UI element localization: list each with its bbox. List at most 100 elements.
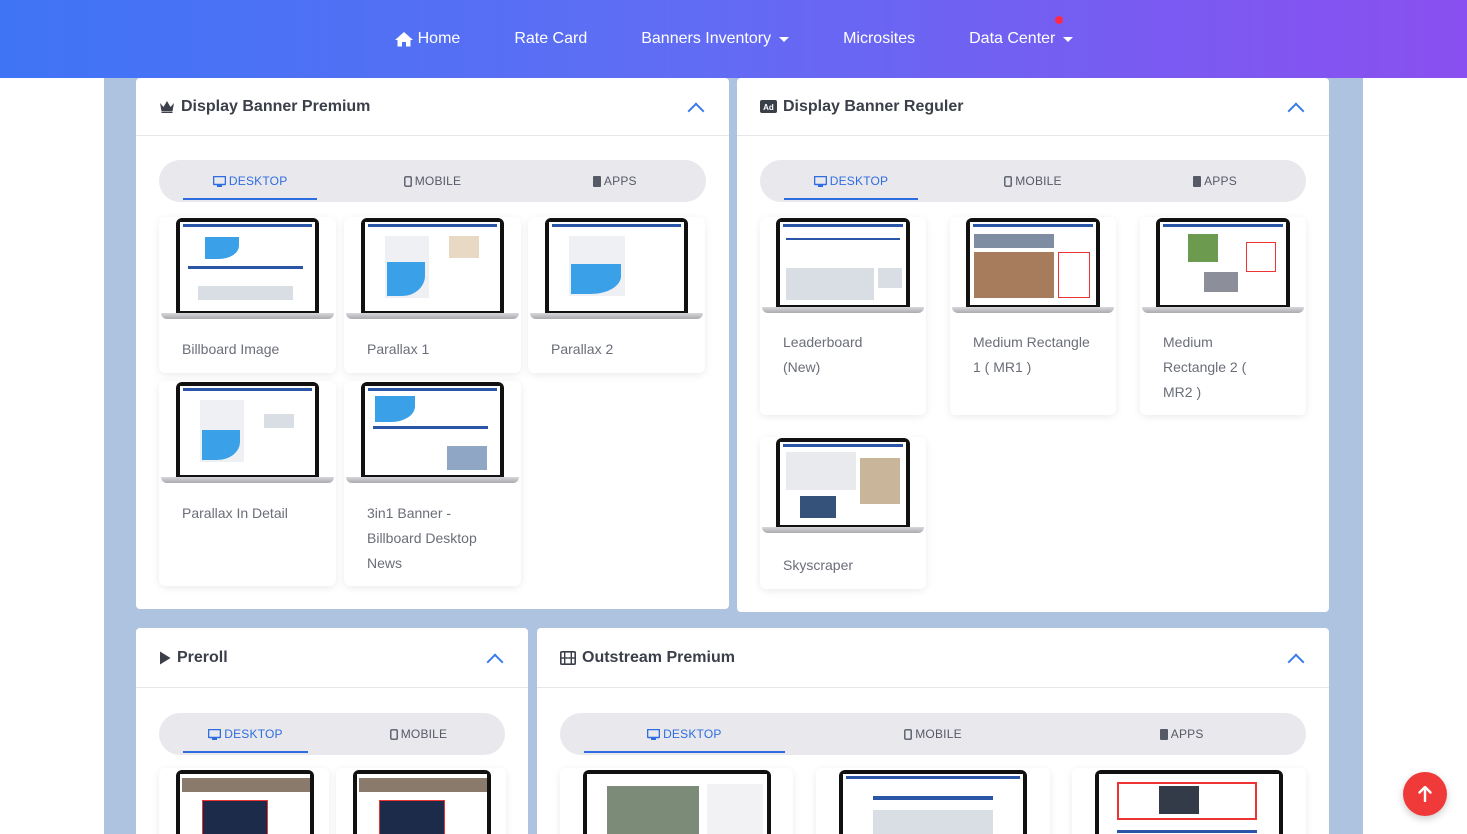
banner-tile[interactable]: 3in1 Banner - Billboard Desktop News bbox=[344, 381, 521, 586]
nav-rate-card[interactable]: Rate Card bbox=[514, 30, 587, 48]
tablet-icon bbox=[592, 175, 601, 187]
card-display-banner-reguler: Ad Display Banner Reguler DESKTOP MOBILE… bbox=[737, 78, 1329, 612]
caret-down-icon bbox=[1063, 36, 1074, 42]
banner-tile[interactable]: Leaderboard (New) bbox=[760, 217, 926, 415]
card-preroll: Preroll DESKTOP MOBILE bbox=[136, 628, 528, 834]
nav-home-label: Home bbox=[417, 30, 461, 47]
banner-tile[interactable] bbox=[560, 768, 793, 834]
chevron-up-icon[interactable] bbox=[486, 653, 504, 670]
tab-label: APPS bbox=[1170, 727, 1204, 741]
device-tabs: DESKTOP MOBILE bbox=[159, 713, 505, 755]
tab-apps[interactable]: APPS bbox=[1057, 713, 1306, 755]
laptop-base bbox=[161, 477, 334, 483]
nav-home[interactable]: Home bbox=[394, 30, 461, 48]
tab-mobile[interactable]: MOBILE bbox=[942, 160, 1124, 202]
card-outstream-premium: Outstream Premium DESKTOP MOBILE APPS bbox=[537, 628, 1329, 834]
banner-tile[interactable]: Medium Rectangle 2 ( MR2 ) bbox=[1140, 217, 1306, 415]
tile-label: Skyscraper bbox=[783, 557, 854, 573]
card-header[interactable]: Display Banner Premium bbox=[136, 78, 729, 136]
tab-mobile[interactable]: MOBILE bbox=[809, 713, 1058, 755]
laptop-screen bbox=[361, 218, 504, 314]
tab-desktop[interactable]: DESKTOP bbox=[760, 160, 942, 202]
tab-label: APPS bbox=[1204, 174, 1237, 188]
tab-label: MOBILE bbox=[1015, 174, 1062, 188]
banner-tile[interactable]: Medium Rectangle 1 ( MR1 ) bbox=[950, 217, 1116, 415]
laptop-screen bbox=[176, 770, 314, 834]
nav-data-center[interactable]: Data Center bbox=[969, 16, 1074, 48]
film-icon bbox=[560, 650, 576, 665]
banner-tile[interactable] bbox=[159, 768, 329, 834]
laptop-screen bbox=[361, 382, 504, 478]
laptop-screen bbox=[1095, 770, 1283, 834]
desktop-icon bbox=[208, 728, 222, 740]
mobile-icon bbox=[389, 728, 398, 740]
card-header[interactable]: Outstream Premium bbox=[537, 628, 1329, 688]
desktop-icon bbox=[647, 728, 661, 740]
laptop-screen bbox=[176, 382, 319, 478]
desktop-icon bbox=[212, 175, 226, 187]
laptop-screen bbox=[176, 218, 319, 314]
card-title: Preroll bbox=[159, 649, 228, 667]
tile-label: Parallax In Detail bbox=[182, 505, 288, 521]
tile-label: 3in1 Banner - Billboard Desktop News bbox=[367, 505, 477, 571]
laptop-screen bbox=[353, 770, 491, 834]
tablet-icon bbox=[1159, 728, 1168, 740]
laptop-screen bbox=[1156, 218, 1290, 308]
scroll-to-top-button[interactable] bbox=[1403, 772, 1447, 816]
card-title: Ad Display Banner Reguler bbox=[760, 98, 964, 116]
device-tabs: DESKTOP MOBILE APPS bbox=[159, 160, 706, 202]
chevron-up-icon[interactable] bbox=[1287, 102, 1305, 119]
card-header[interactable]: Ad Display Banner Reguler bbox=[737, 78, 1329, 136]
tab-label: DESKTOP bbox=[224, 727, 283, 741]
banner-tile[interactable]: Parallax 1 bbox=[344, 217, 521, 373]
caret-down-icon bbox=[779, 36, 790, 42]
card-display-banner-premium: Display Banner Premium DESKTOP MOBILE AP… bbox=[136, 78, 729, 609]
tile-label: Billboard Image bbox=[182, 341, 280, 357]
tab-desktop[interactable]: DESKTOP bbox=[159, 160, 341, 202]
device-tabs: DESKTOP MOBILE APPS bbox=[560, 713, 1306, 755]
banner-tile[interactable]: Parallax 2 bbox=[528, 217, 705, 373]
nav-banners-inventory-label: Banners Inventory bbox=[641, 30, 772, 47]
banner-tile[interactable] bbox=[336, 768, 506, 834]
tab-label: MOBILE bbox=[915, 727, 962, 741]
tile-label: Medium Rectangle 2 ( MR2 ) bbox=[1163, 334, 1247, 400]
notification-dot bbox=[1055, 16, 1064, 24]
banner-tile[interactable]: Skyscraper bbox=[760, 437, 926, 589]
tab-desktop[interactable]: DESKTOP bbox=[560, 713, 809, 755]
card-title: Outstream Premium bbox=[560, 649, 735, 667]
arrow-up-icon bbox=[1418, 786, 1432, 802]
laptop-screen bbox=[583, 770, 771, 834]
nav-data-center-label: Data Center bbox=[969, 30, 1056, 47]
nav-microsites[interactable]: Microsites bbox=[843, 30, 915, 48]
laptop-base bbox=[346, 477, 519, 483]
tab-label: MOBILE bbox=[400, 727, 448, 741]
tile-label: Parallax 1 bbox=[367, 341, 430, 357]
tab-apps[interactable]: APPS bbox=[1124, 160, 1306, 202]
tab-apps[interactable]: APPS bbox=[524, 160, 706, 202]
laptop-screen bbox=[545, 218, 688, 314]
tab-label: DESKTOP bbox=[829, 174, 889, 188]
tab-label: DESKTOP bbox=[228, 174, 288, 188]
tile-label: Leaderboard (New) bbox=[783, 334, 863, 375]
laptop-base bbox=[530, 313, 703, 319]
card-header[interactable]: Preroll bbox=[136, 628, 528, 688]
tab-mobile[interactable]: MOBILE bbox=[341, 160, 523, 202]
nav-rate-card-label: Rate Card bbox=[514, 30, 588, 47]
device-tabs: DESKTOP MOBILE APPS bbox=[760, 160, 1306, 202]
tablet-icon bbox=[1193, 175, 1202, 187]
desktop-icon bbox=[813, 175, 827, 187]
laptop-base bbox=[952, 307, 1114, 313]
tab-label: APPS bbox=[603, 174, 637, 188]
chevron-up-icon[interactable] bbox=[687, 102, 705, 119]
banner-tile[interactable]: Parallax In Detail bbox=[159, 381, 336, 586]
nav-banners-inventory[interactable]: Banners Inventory bbox=[641, 30, 790, 48]
ad-icon: Ad bbox=[760, 100, 777, 113]
tab-mobile[interactable]: MOBILE bbox=[332, 713, 505, 755]
banner-tile[interactable] bbox=[1072, 768, 1306, 834]
card-title-text: Preroll bbox=[177, 648, 228, 666]
banner-tile[interactable]: Billboard Image bbox=[159, 217, 336, 373]
chevron-up-icon[interactable] bbox=[1287, 653, 1305, 670]
banner-tile[interactable] bbox=[816, 768, 1050, 834]
tab-desktop[interactable]: DESKTOP bbox=[159, 713, 332, 755]
laptop-base bbox=[346, 313, 519, 319]
